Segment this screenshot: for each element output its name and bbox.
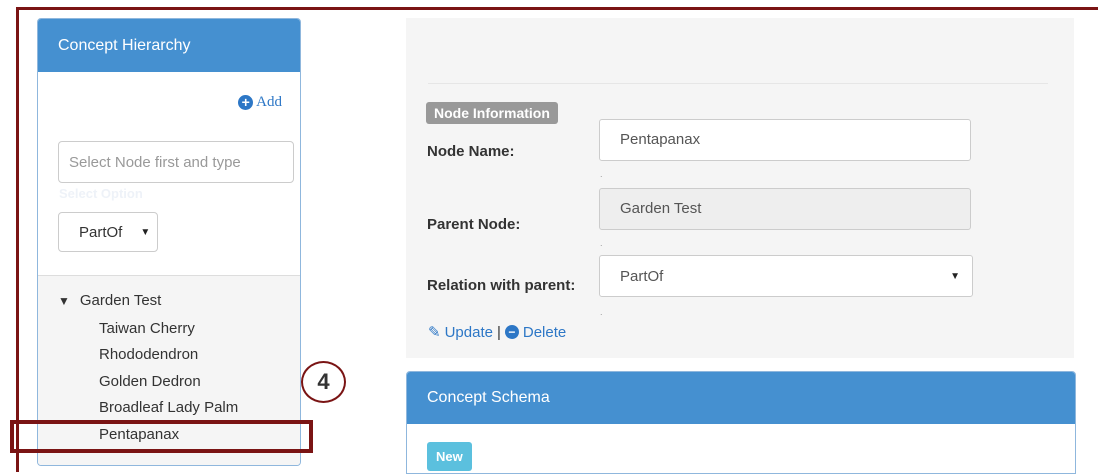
step-number-marker: 4 [301, 361, 346, 403]
tree-root-label: Garden Test [79, 292, 162, 309]
concept-hierarchy-panel: Concept Hierarchy + Add Select Option Pa… [37, 18, 301, 466]
delete-circle-icon: − [504, 325, 519, 339]
plus-circle-icon: + [238, 95, 254, 110]
relation-value: PartOf [620, 267, 664, 285]
caret-down-icon: ▼ [140, 226, 151, 238]
parent-node-label: Parent Node: [427, 216, 521, 233]
selected-node-highlight [10, 420, 313, 453]
expanded-triangle-icon[interactable]: ▼ [58, 294, 70, 308]
annotation-frame-top [16, 7, 1098, 10]
dot: . [600, 169, 603, 179]
tree-node[interactable]: Golden Dedron [99, 373, 201, 390]
select-option-label: Select Option [59, 186, 143, 201]
tree-node[interactable]: Broadleaf Lady Palm [99, 399, 238, 416]
add-label: Add [256, 94, 282, 110]
add-node-link[interactable]: + Add [238, 94, 282, 111]
caret-down-icon: ▼ [950, 270, 960, 282]
dot: . [600, 307, 603, 317]
concept-schema-title: Concept Schema [407, 372, 1075, 424]
dot: . [600, 238, 603, 248]
node-actions: ✎ Update | − Delete [428, 323, 566, 342]
delete-link[interactable]: Delete [523, 324, 566, 341]
tree-node[interactable]: Rhododendron [99, 346, 198, 363]
tree-root-node[interactable]: ▼ Garden Test [58, 292, 161, 309]
relation-with-parent-label: Relation with parent: [427, 277, 576, 294]
node-name-input[interactable]: Pentapanax [599, 119, 971, 161]
update-link[interactable]: Update [445, 324, 493, 341]
node-information-panel: Node Information Node Name: Pentapanax .… [406, 18, 1074, 358]
tree-node[interactable]: Taiwan Cherry [99, 320, 195, 337]
concept-schema-panel: Concept Schema New [406, 371, 1076, 474]
node-search-input[interactable] [58, 141, 294, 183]
action-separator: | [496, 323, 501, 341]
pencil-icon: ✎ [428, 324, 441, 341]
relation-select-value: PartOf [79, 223, 123, 241]
new-schema-button[interactable]: New [427, 442, 472, 471]
annotation-frame-left [16, 7, 19, 472]
divider [428, 83, 1048, 84]
concept-hierarchy-title: Concept Hierarchy [38, 19, 300, 72]
relation-type-select[interactable]: PartOf ▼ [58, 212, 158, 252]
node-information-badge: Node Information [426, 102, 558, 124]
parent-node-field: Garden Test [599, 188, 971, 230]
node-name-label: Node Name: [427, 143, 515, 160]
relation-with-parent-select[interactable]: PartOf ▼ [599, 255, 973, 297]
